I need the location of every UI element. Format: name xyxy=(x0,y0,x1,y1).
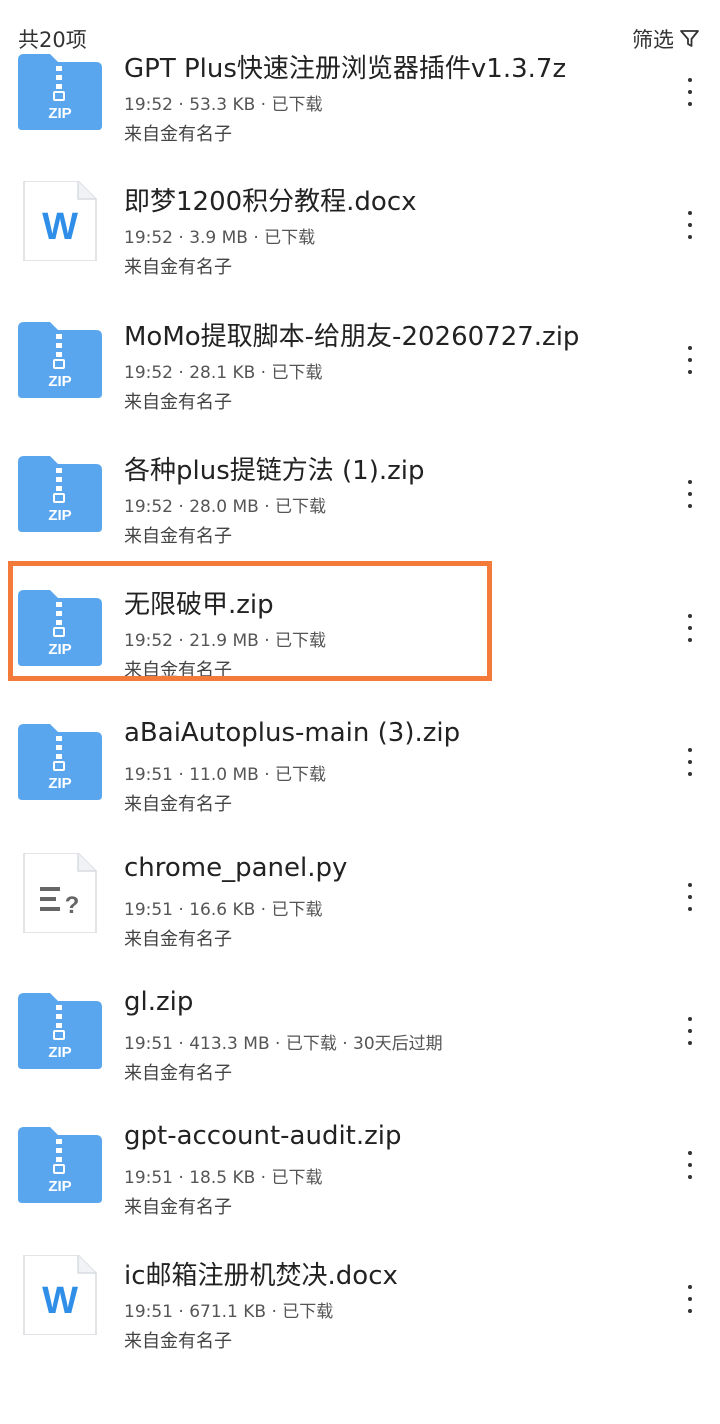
file-name: GPT Plus快速注册浏览器插件v1.3.7z xyxy=(124,54,567,84)
file-name: 各种plus提链方法 (1).zip xyxy=(124,456,425,486)
file-row[interactable]: ZIP gl.zip 19:51 · 413.3 MB · 已下载 · 30天后过… xyxy=(0,987,720,1121)
file-row[interactable]: ? chrome_panel.py 19:51 · 16.6 KB · 已下载 来自… xyxy=(0,853,720,987)
file-source: 来自金有名子 xyxy=(124,392,232,413)
file-meta: 19:51 · 11.0 MB · 已下载 xyxy=(124,765,326,785)
file-meta: 19:51 · 18.5 KB · 已下载 xyxy=(124,1168,323,1188)
file-name: chrome_panel.py xyxy=(124,853,348,883)
file-name: 无限破甲.zip xyxy=(124,590,274,620)
svg-text:?: ? xyxy=(65,892,80,919)
file-row[interactable]: ZIP 无限破甲.zip 19:52 · 21.9 MB · 已下载 来自金有名子 xyxy=(0,584,720,718)
file-name: 即梦1200积分教程.docx xyxy=(124,187,417,217)
more-options-icon[interactable] xyxy=(682,480,698,508)
more-options-icon[interactable] xyxy=(682,748,698,776)
zip-folder-icon: ZIP xyxy=(16,52,104,132)
file-name: gpt-account-audit.zip xyxy=(124,1121,402,1151)
file-meta: 19:51 · 671.1 KB · 已下载 xyxy=(124,1302,334,1322)
file-row[interactable]: ZIP aBaiAutoplus-main (3).zip 19:51 · 11.… xyxy=(0,718,720,852)
zip-folder-icon: ZIP xyxy=(16,320,104,400)
more-options-icon[interactable] xyxy=(682,78,698,106)
word-document-icon: W xyxy=(16,1255,104,1335)
file-meta: 19:52 · 21.9 MB · 已下载 xyxy=(124,631,326,651)
file-name: aBaiAutoplus-main (3).zip xyxy=(124,718,461,748)
more-options-icon[interactable] xyxy=(682,346,698,374)
file-source: 来自金有名子 xyxy=(124,1197,232,1218)
svg-text:ZIP: ZIP xyxy=(48,507,71,524)
file-row[interactable]: W 即梦1200积分教程.docx 19:52 · 3.9 MB · 已下载 来自金… xyxy=(0,181,720,315)
more-options-icon[interactable] xyxy=(682,883,698,911)
file-name: MoMo提取脚本-给朋友-20260727.zip xyxy=(124,322,580,352)
zip-folder-icon: ZIP xyxy=(16,588,104,668)
file-row[interactable]: ZIP 各种plus提链方法 (1).zip 19:52 · 28.0 MB · … xyxy=(0,450,720,584)
zip-folder-icon: ZIP xyxy=(16,722,104,802)
file-row[interactable]: ZIP gpt-account-audit.zip 19:51 · 18.5 KB… xyxy=(0,1121,720,1255)
more-options-icon[interactable] xyxy=(682,211,698,239)
unknown-file-icon: ? xyxy=(16,853,104,933)
more-options-icon[interactable] xyxy=(682,614,698,642)
more-options-icon[interactable] xyxy=(682,1151,698,1179)
file-source: 来自金有名子 xyxy=(124,1063,232,1084)
file-source: 来自金有名子 xyxy=(124,124,232,145)
file-source: 来自金有名子 xyxy=(124,526,232,547)
zip-folder-icon: ZIP xyxy=(16,991,104,1071)
file-source: 来自金有名子 xyxy=(124,1331,232,1352)
zip-folder-icon: ZIP xyxy=(16,454,104,534)
zip-folder-icon: ZIP xyxy=(16,1125,104,1205)
file-row[interactable]: ZIP GPT Plus快速注册浏览器插件v1.3.7z 19:52 · 53.3… xyxy=(0,48,720,182)
svg-text:W: W xyxy=(42,1280,78,1322)
more-options-icon[interactable] xyxy=(682,1285,698,1313)
file-name: gl.zip xyxy=(124,987,194,1017)
svg-text:ZIP: ZIP xyxy=(48,641,71,658)
word-document-icon: W xyxy=(16,181,104,261)
file-name: ic邮箱注册机焚决.docx xyxy=(124,1261,398,1291)
svg-text:ZIP: ZIP xyxy=(48,1178,71,1195)
file-source: 来自金有名子 xyxy=(124,660,232,681)
file-row[interactable]: ZIP MoMo提取脚本-给朋友-20260727.zip 19:52 · 28.… xyxy=(0,316,720,450)
svg-text:W: W xyxy=(42,206,78,248)
more-options-icon[interactable] xyxy=(682,1017,698,1045)
svg-text:ZIP: ZIP xyxy=(48,105,71,122)
svg-text:ZIP: ZIP xyxy=(48,1044,71,1061)
svg-text:ZIP: ZIP xyxy=(48,373,71,390)
file-meta: 19:51 · 413.3 MB · 已下载 · 30天后过期 xyxy=(124,1034,443,1054)
file-source: 来自金有名子 xyxy=(124,257,232,278)
file-meta: 19:51 · 16.6 KB · 已下载 xyxy=(124,900,323,920)
file-meta: 19:52 · 28.1 KB · 已下载 xyxy=(124,363,323,383)
file-row[interactable]: W ic邮箱注册机焚决.docx 19:51 · 671.1 KB · 已下载 来自… xyxy=(0,1255,720,1389)
file-meta: 19:52 · 28.0 MB · 已下载 xyxy=(124,497,326,517)
file-meta: 19:52 · 3.9 MB · 已下载 xyxy=(124,228,316,248)
file-source: 来自金有名子 xyxy=(124,929,232,950)
svg-text:ZIP: ZIP xyxy=(48,775,71,792)
file-source: 来自金有名子 xyxy=(124,794,232,815)
file-meta: 19:52 · 53.3 KB · 已下载 xyxy=(124,95,323,115)
